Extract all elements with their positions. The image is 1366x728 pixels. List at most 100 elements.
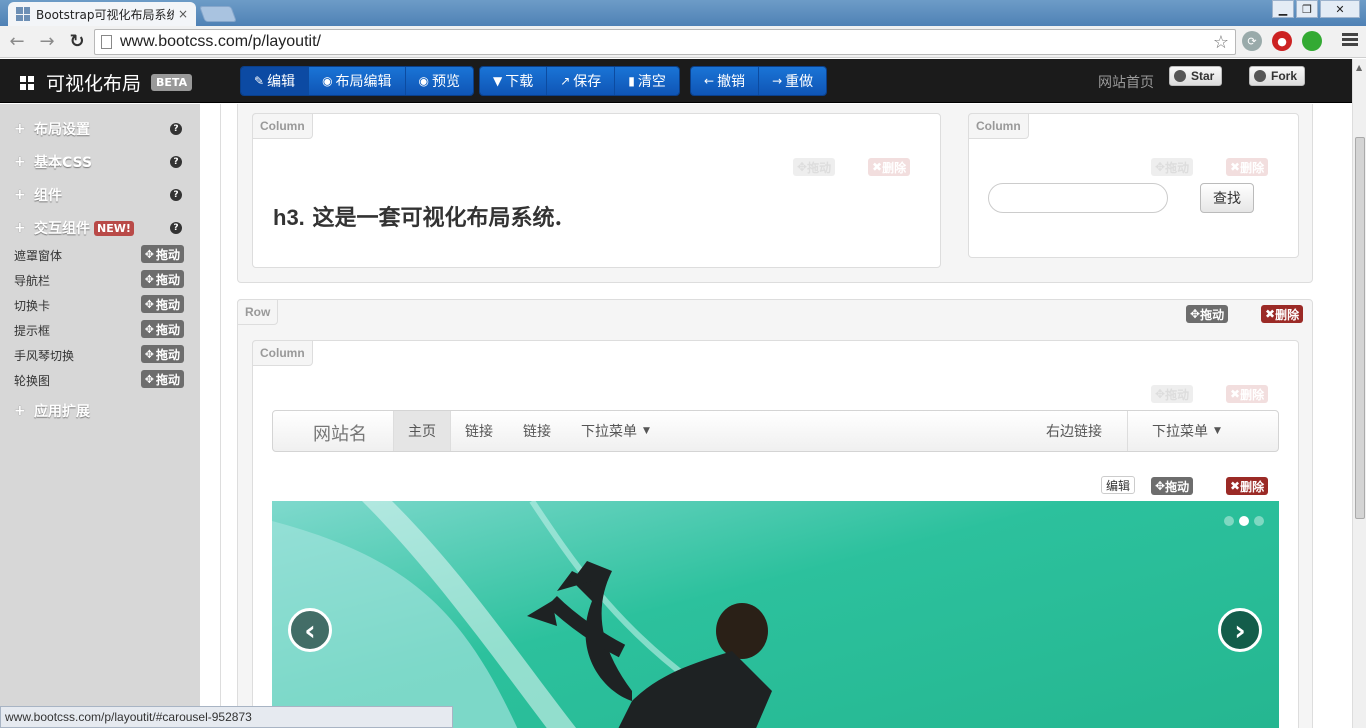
tab-close-icon[interactable]: × xyxy=(178,7,188,21)
edit-button[interactable]: ✎ 编辑 xyxy=(241,67,310,95)
drag-button[interactable]: ✥ 拖动 xyxy=(1151,477,1194,495)
nav-dropdown-right[interactable]: 下拉菜单 ▼ xyxy=(1152,411,1221,451)
address-bar[interactable]: www.bootcss.com/p/layoutit/ ☆ xyxy=(94,29,1236,55)
move-icon: ✥ xyxy=(144,272,154,286)
eye-icon: ◉ xyxy=(418,74,430,88)
layout-edit-button[interactable]: ◉ 布局编辑 xyxy=(309,67,406,95)
new-tab-button[interactable] xyxy=(199,6,237,22)
page-icon xyxy=(101,35,112,49)
nav-link-right[interactable]: 右边链接 xyxy=(1046,411,1102,451)
navbar-brand[interactable]: 网站名 xyxy=(313,420,367,446)
history-button-group: ← 撤销 → 重做 xyxy=(690,66,828,96)
nav-link-home[interactable]: 主页 xyxy=(393,411,451,451)
delete-button[interactable]: ✖ 删除 xyxy=(1226,385,1269,403)
save-button[interactable]: ↗ 保存 xyxy=(547,67,616,95)
nav-link[interactable]: 链接 xyxy=(465,411,493,451)
file-button-group: ▼ 下载 ↗ 保存 ▮ 清空 xyxy=(479,66,680,96)
undo-button[interactable]: ← 撤销 xyxy=(691,67,760,95)
carousel-next-button[interactable]: › xyxy=(1218,608,1262,652)
help-icon[interactable]: ? xyxy=(170,123,182,135)
drag-button[interactable]: ✥ 拖动 xyxy=(140,370,184,388)
plus-icon: + xyxy=(14,121,26,137)
browser-menu-icon[interactable] xyxy=(1342,33,1358,48)
minimize-icon[interactable]: ▁ xyxy=(1272,0,1294,18)
site-home-link[interactable]: 网站首页 xyxy=(1098,72,1154,92)
sidebar-section-interactive[interactable]: + 交互组件 NEW! ? xyxy=(14,218,186,238)
page-scrollbar[interactable]: ▲ xyxy=(1352,59,1366,728)
tab-title: Bootstrap可视化布局系统 xyxy=(36,7,174,22)
help-icon[interactable]: ? xyxy=(170,189,182,201)
search-button[interactable]: 查找 xyxy=(1200,183,1254,213)
help-icon[interactable]: ? xyxy=(170,222,182,234)
forward-icon[interactable]: → xyxy=(34,29,60,55)
help-icon[interactable]: ? xyxy=(170,156,182,168)
close-icon: ✖ xyxy=(872,160,883,174)
drag-button[interactable]: ✥ 拖动 xyxy=(140,345,184,363)
maximize-icon[interactable]: ❐ xyxy=(1296,0,1318,18)
sidebar-section-components[interactable]: + 组件 ? xyxy=(14,185,186,205)
url-text[interactable]: www.bootcss.com/p/layoutit/ xyxy=(120,33,1213,51)
nav-link[interactable]: 链接 xyxy=(523,411,551,451)
scrollbar-thumb[interactable] xyxy=(1355,137,1365,519)
app-brand[interactable]: 可视化布局 BETA xyxy=(20,69,193,96)
status-bar: www.bootcss.com/p/layoutit/#carousel-952… xyxy=(0,706,453,728)
scroll-up-icon[interactable]: ▲ xyxy=(1356,63,1362,72)
github-star-button[interactable]: Star xyxy=(1169,66,1223,86)
edit-icon: ✎ xyxy=(254,74,265,88)
drag-button[interactable]: ✥ 拖动 xyxy=(793,158,836,176)
new-badge: NEW! xyxy=(94,220,134,236)
drag-button[interactable]: ✥ 拖动 xyxy=(140,295,184,313)
column-tag[interactable]: Column xyxy=(968,113,1029,139)
delete-button[interactable]: ✖ 删除 xyxy=(868,158,911,176)
nav-dropdown[interactable]: 下拉菜单 ▼ xyxy=(581,411,650,451)
delete-button[interactable]: ✖ 删除 xyxy=(1226,477,1269,495)
drag-button[interactable]: ✥ 拖动 xyxy=(140,320,184,338)
carousel[interactable]: ‹ › xyxy=(272,501,1279,728)
preview-button[interactable]: ◉ 预览 xyxy=(405,67,474,95)
drag-button[interactable]: ✥ 拖动 xyxy=(1151,385,1194,403)
carousel-indicator[interactable] xyxy=(1254,516,1264,526)
close-window-icon[interactable]: ✕ xyxy=(1320,0,1360,18)
bookmark-star-icon[interactable]: ☆ xyxy=(1213,32,1229,53)
move-icon: ✥ xyxy=(1155,479,1166,493)
download-button[interactable]: ▼ 下载 xyxy=(480,67,548,95)
carousel-indicator[interactable] xyxy=(1239,516,1249,526)
carousel-indicator[interactable] xyxy=(1224,516,1234,526)
delete-button[interactable]: ✖ 删除 xyxy=(1226,158,1269,176)
browser-tab[interactable]: Bootstrap可视化布局系统 × xyxy=(8,2,196,26)
reload-icon[interactable]: ↻ xyxy=(64,29,90,55)
sidebar-section-extensions[interactable]: + 应用扩展 xyxy=(14,401,186,421)
eye-edit-icon: ◉ xyxy=(322,74,333,88)
drag-button[interactable]: ✥ 拖动 xyxy=(1151,158,1194,176)
edit-button[interactable]: 编辑 xyxy=(1101,476,1136,494)
clear-button[interactable]: ▮ 清空 xyxy=(615,67,679,95)
search-input[interactable] xyxy=(988,183,1168,213)
redo-button[interactable]: → 重做 xyxy=(759,67,827,95)
sidebar-section-css[interactable]: + 基本CSS ? xyxy=(14,152,186,172)
github-fork-button[interactable]: Fork xyxy=(1249,66,1306,86)
sidebar-item-navbar: 导航栏 ✥ 拖动 xyxy=(14,270,186,290)
beta-badge: BETA xyxy=(151,74,193,91)
leaf-extension-icon[interactable] xyxy=(1302,31,1322,51)
plus-icon: + xyxy=(14,187,26,203)
sync-extension-icon[interactable]: ⟳ xyxy=(1242,31,1262,51)
plus-icon: + xyxy=(14,220,26,236)
layout-row: Column ✥ 拖动 ✖ 删除 h3. 这是一套可视化布局系统. Column ✥… xyxy=(237,104,1313,283)
drag-button[interactable]: ✥ 拖动 xyxy=(1186,305,1229,323)
layout-column: Column ✥ 拖动 ✖ 删除 查找 xyxy=(968,113,1299,258)
drag-button[interactable]: ✥ 拖动 xyxy=(140,245,184,263)
caret-down-icon: ▼ xyxy=(643,426,650,436)
column-tag[interactable]: Column xyxy=(252,340,313,366)
component-sidebar: + 布局设置 ? + 基本CSS ? + 组件 ? + 交互组件 NEW! ? … xyxy=(0,104,200,728)
sidebar-section-layout[interactable]: + 布局设置 ? xyxy=(14,119,186,139)
delete-button[interactable]: ✖ 删除 xyxy=(1261,305,1304,323)
close-icon: ✖ xyxy=(1230,160,1241,174)
adblock-extension-icon[interactable]: ● xyxy=(1272,31,1292,51)
back-icon[interactable]: ← xyxy=(4,29,30,55)
row-tag[interactable]: Row xyxy=(237,299,279,325)
sidebar-item-modal: 遮罩窗体 ✥ 拖动 xyxy=(14,245,186,265)
column-tag[interactable]: Column xyxy=(252,113,313,139)
carousel-prev-button[interactable]: ‹ xyxy=(288,608,332,652)
move-icon: ✥ xyxy=(797,160,808,174)
drag-button[interactable]: ✥ 拖动 xyxy=(140,270,184,288)
